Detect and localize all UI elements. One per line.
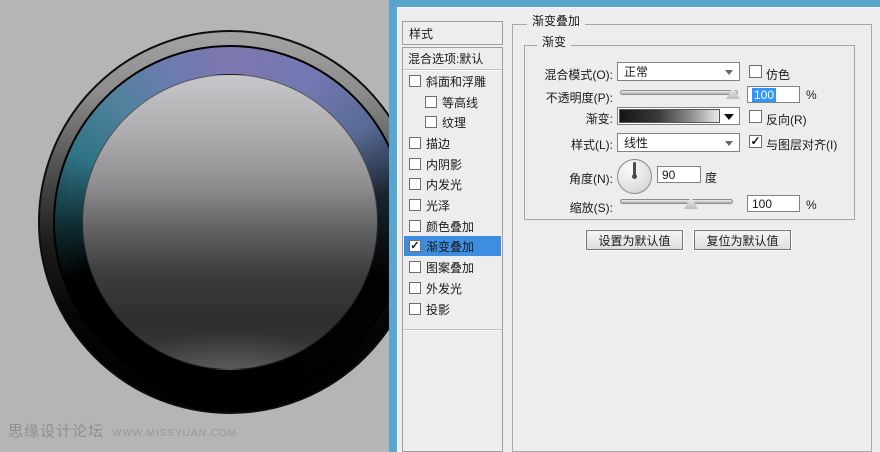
checkbox[interactable] [409, 303, 421, 315]
style-item-label: 描边 [426, 136, 451, 151]
knob-face [82, 74, 378, 370]
list-separator [403, 69, 502, 70]
opacity-value: 100 [752, 87, 777, 102]
chevron-down-icon [725, 70, 733, 75]
checkbox[interactable] [409, 158, 421, 170]
reverse-checkbox[interactable] [749, 110, 762, 123]
sidebar-item-blending-options[interactable]: 混合选项:默认 [408, 49, 483, 68]
blend-mode-value: 正常 [624, 65, 649, 79]
checkbox[interactable] [409, 220, 421, 232]
sidebar-item-pattern-overlay[interactable]: 图案叠加 [404, 257, 501, 277]
blend-mode-select[interactable]: 正常 [617, 62, 740, 81]
checkbox[interactable] [425, 96, 437, 108]
opacity-slider[interactable] [620, 90, 738, 95]
dither-label: 仿色 [766, 68, 791, 82]
sidebar-item-satin[interactable]: 光泽 [404, 195, 501, 215]
make-default-button[interactable]: 设置为默认值 [586, 230, 683, 250]
opacity-unit: % [806, 88, 817, 102]
chevron-down-icon [725, 141, 733, 146]
styles-list: 混合选项:默认 斜面和浮雕 等高线 纹理 描边 内阴影 内发光 光泽 颜色叠加 … [402, 47, 503, 452]
sidebar-item-bevel-emboss[interactable]: 斜面和浮雕 [404, 71, 501, 91]
list-separator [403, 329, 502, 330]
angle-input[interactable]: 90 [657, 166, 701, 183]
style-item-label: 外发光 [426, 281, 463, 296]
style-item-label: 光泽 [426, 198, 451, 213]
sidebar-item-texture[interactable]: 纹理 [404, 112, 501, 132]
angle-pivot-icon [632, 174, 637, 179]
sidebar-item-color-overlay[interactable]: 颜色叠加 [404, 216, 501, 236]
dither-checkbox[interactable] [749, 65, 762, 78]
gradient-overlay-group-title: 渐变叠加 [527, 12, 586, 29]
sidebar-item-drop-shadow[interactable]: 投影 [404, 299, 501, 319]
styles-panel-title: 样式 [409, 26, 434, 41]
watermark-site-name: 思缘设计论坛 [8, 423, 105, 440]
gradient-style-select[interactable]: 线性 [617, 133, 740, 152]
style-item-label: 内发光 [426, 177, 463, 192]
style-item-label: 内阴影 [426, 157, 463, 172]
gradient-label: 渐变: [585, 112, 613, 126]
sidebar-item-outer-glow[interactable]: 外发光 [404, 278, 501, 298]
styles-panel-header: 样式 [402, 21, 503, 45]
reset-default-button[interactable]: 复位为默认值 [694, 230, 791, 250]
style-item-label: 纹理 [442, 115, 467, 130]
align-with-layer-checkbox[interactable] [749, 135, 762, 148]
angle-unit: 度 [705, 171, 718, 185]
style-item-label: 斜面和浮雕 [426, 74, 487, 89]
style-item-label: 投影 [426, 302, 451, 317]
document-canvas: 思缘设计论坛 WWW.MISSYUAN.COM [0, 0, 389, 452]
checkbox[interactable] [409, 199, 421, 211]
chevron-down-icon[interactable] [724, 114, 734, 120]
style-item-label: 等高线 [442, 95, 479, 110]
gradient-subgroup-title: 渐变 [537, 33, 572, 50]
scale-input[interactable]: 100 [747, 195, 800, 212]
scale-slider[interactable] [620, 199, 733, 204]
make-default-label: 设置为默认值 [598, 233, 671, 248]
checkbox[interactable] [425, 116, 437, 128]
scale-label: 缩放(S): [569, 201, 613, 215]
sidebar-item-contour[interactable]: 等高线 [404, 92, 501, 112]
scale-unit: % [806, 198, 817, 212]
blend-mode-label: 混合模式(O): [544, 68, 613, 82]
checkbox[interactable] [409, 137, 421, 149]
angle-value: 90 [662, 167, 676, 182]
opacity-label: 不透明度(P): [545, 91, 613, 105]
checkbox-checked[interactable] [409, 240, 421, 252]
checkbox[interactable] [409, 261, 421, 273]
style-item-label: 渐变叠加 [426, 239, 475, 254]
checkbox[interactable] [409, 75, 421, 87]
sidebar-item-inner-shadow[interactable]: 内阴影 [404, 154, 501, 174]
style-item-label: 图案叠加 [426, 260, 475, 275]
align-with-layer-label: 与图层对齐(I) [766, 138, 838, 152]
angle-dial[interactable] [617, 159, 652, 194]
sidebar-item-gradient-overlay[interactable]: 渐变叠加 [404, 236, 501, 256]
reverse-label: 反向(R) [766, 113, 807, 127]
checkbox[interactable] [409, 178, 421, 190]
angle-label: 角度(N): [569, 172, 613, 186]
watermark: 思缘设计论坛 WWW.MISSYUAN.COM [8, 420, 237, 441]
reset-default-label: 复位为默认值 [706, 233, 779, 248]
gradient-style-label: 样式(L): [570, 138, 613, 152]
style-item-label: 颜色叠加 [426, 219, 475, 234]
sidebar-item-stroke[interactable]: 描边 [404, 133, 501, 153]
sidebar-item-inner-glow[interactable]: 内发光 [404, 174, 501, 194]
scale-value: 100 [752, 196, 773, 211]
gradient-style-value: 线性 [624, 136, 649, 150]
checkbox[interactable] [409, 282, 421, 294]
gradient-picker[interactable] [617, 107, 740, 125]
blending-options-label: 混合选项:默认 [408, 52, 484, 66]
gradient-swatch[interactable] [619, 109, 720, 123]
watermark-site-url: WWW.MISSYUAN.COM [112, 428, 237, 439]
opacity-input[interactable]: 100 [747, 86, 800, 103]
